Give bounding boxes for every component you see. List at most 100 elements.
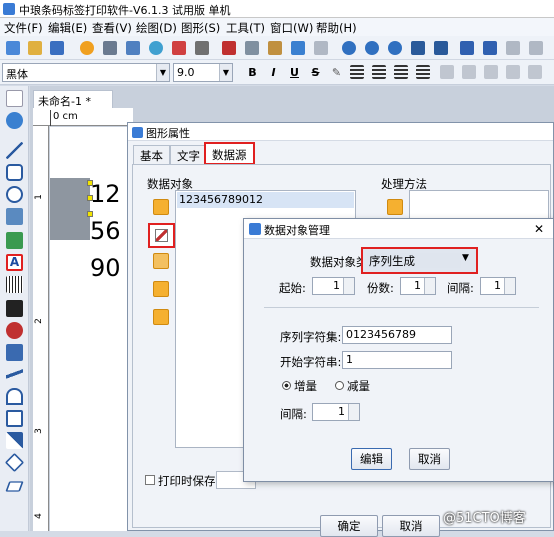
- close-icon[interactable]: ✕: [534, 222, 544, 236]
- font-family-select[interactable]: 黑体 ▼: [2, 63, 170, 82]
- canvas-text-line-3[interactable]: 90: [90, 254, 121, 282]
- undo-icon[interactable]: [291, 41, 305, 55]
- arrange-back-icon[interactable]: [483, 41, 497, 55]
- qrcode-tool-icon[interactable]: [6, 300, 23, 317]
- database-icon[interactable]: [149, 41, 163, 55]
- picture-tool-icon[interactable]: [6, 232, 23, 249]
- add-process-icon[interactable]: [387, 199, 403, 215]
- record-icon[interactable]: [172, 41, 186, 55]
- arc-tool-icon[interactable]: [6, 388, 23, 405]
- edit-button[interactable]: 编辑: [351, 448, 392, 470]
- canvas-text-line-2[interactable]: 56: [90, 217, 121, 245]
- pointer-tool-icon[interactable]: [6, 90, 23, 107]
- open-icon[interactable]: [28, 41, 42, 55]
- zoom-page-icon[interactable]: [434, 41, 448, 55]
- dialog-cancel-button[interactable]: 取消: [409, 448, 450, 470]
- barcode-tool-icon[interactable]: [6, 276, 23, 293]
- increase-radio[interactable]: [282, 381, 291, 390]
- move-down-icon[interactable]: [153, 309, 169, 325]
- interval-spinner[interactable]: 1: [480, 277, 516, 295]
- ungroup-icon[interactable]: [529, 41, 543, 55]
- selection-handle[interactable]: [87, 180, 93, 186]
- copy-icon[interactable]: [245, 41, 259, 55]
- start-spinner[interactable]: 1: [312, 277, 355, 295]
- spinner-arrows-icon[interactable]: [504, 278, 515, 294]
- grid-icon[interactable]: [195, 41, 209, 55]
- line-tool-icon[interactable]: [6, 142, 23, 159]
- group-icon[interactable]: [506, 41, 520, 55]
- same-size-icon[interactable]: [528, 65, 542, 79]
- menu-tools[interactable]: 工具(T): [226, 20, 265, 36]
- align-left-icon[interactable]: [350, 65, 364, 79]
- cancel-button[interactable]: 取消: [382, 515, 440, 537]
- canvas-text-line-1[interactable]: 12: [90, 180, 121, 208]
- triangle-tool-icon[interactable]: [6, 432, 23, 449]
- strikethrough-button[interactable]: S: [308, 65, 323, 80]
- selection-handle[interactable]: [87, 211, 93, 217]
- move-up-icon[interactable]: [153, 281, 169, 297]
- spinner-arrows-icon[interactable]: [343, 278, 354, 294]
- settings-icon[interactable]: [80, 41, 94, 55]
- underline-button[interactable]: U: [287, 65, 302, 80]
- print-save-checkbox[interactable]: [145, 475, 155, 485]
- menu-window[interactable]: 窗口(W): [270, 20, 313, 36]
- tab-text[interactable]: 文字: [170, 145, 207, 164]
- spinner-arrows-icon[interactable]: [424, 278, 435, 294]
- align-center-icon[interactable]: [372, 65, 386, 79]
- menu-help[interactable]: 帮助(H): [316, 20, 357, 36]
- edit-object-button[interactable]: [148, 223, 175, 248]
- arrange-front-icon[interactable]: [460, 41, 474, 55]
- spinner-arrows-icon[interactable]: [348, 404, 359, 420]
- paste-icon[interactable]: [268, 41, 282, 55]
- save-icon[interactable]: [50, 41, 64, 55]
- font-color-button[interactable]: ✎: [329, 65, 344, 80]
- step-spinner[interactable]: 1: [312, 403, 360, 421]
- text-tool-icon[interactable]: A: [6, 254, 23, 271]
- align-justify-icon[interactable]: [416, 65, 430, 79]
- align-middle-icon[interactable]: [484, 65, 498, 79]
- zoom-fit-icon[interactable]: [388, 41, 402, 55]
- menu-view[interactable]: 查看(V): [92, 20, 132, 36]
- add-icon[interactable]: [153, 199, 169, 215]
- image-tool-icon[interactable]: [6, 208, 23, 225]
- preview-icon[interactable]: [126, 41, 140, 55]
- seal-tool-icon[interactable]: [6, 322, 23, 339]
- polyline-tool-icon[interactable]: [6, 410, 23, 427]
- document-tab[interactable]: 未命名-1 *: [33, 90, 113, 108]
- tab-datasource[interactable]: 数据源: [204, 142, 255, 165]
- menu-edit[interactable]: 编辑(E): [48, 20, 87, 36]
- parallelogram-tool-icon[interactable]: [5, 481, 24, 492]
- count-spinner[interactable]: 1: [400, 277, 436, 295]
- new-icon[interactable]: [6, 41, 20, 55]
- menu-file[interactable]: 文件(F): [4, 20, 43, 36]
- tab-basic[interactable]: 基本: [133, 145, 170, 164]
- ok-button[interactable]: 确定: [320, 515, 378, 537]
- start-string-input[interactable]: 1: [342, 351, 452, 369]
- list-item[interactable]: 123456789012: [177, 192, 354, 208]
- ellipse-tool-icon[interactable]: [6, 186, 23, 203]
- selection-handle[interactable]: [87, 195, 93, 201]
- distribute-icon[interactable]: [440, 65, 454, 79]
- redo-icon[interactable]: [314, 41, 328, 55]
- align-top-icon[interactable]: [462, 65, 476, 79]
- table-tool-icon[interactable]: [6, 344, 23, 361]
- zoom-actual-icon[interactable]: [411, 41, 425, 55]
- rotate-tool-icon[interactable]: [6, 112, 23, 129]
- align-right-icon[interactable]: [394, 65, 408, 79]
- menu-draw[interactable]: 绘图(D): [136, 20, 177, 36]
- italic-button[interactable]: I: [266, 65, 281, 80]
- align-bottom-icon[interactable]: [506, 65, 520, 79]
- menu-shape[interactable]: 图形(S): [181, 20, 220, 36]
- font-size-select[interactable]: 9.0 ▼: [173, 63, 233, 82]
- zoom-out-icon[interactable]: [365, 41, 379, 55]
- charset-input[interactable]: 0123456789: [342, 326, 452, 344]
- curve-tool-icon[interactable]: [6, 366, 23, 383]
- bold-button[interactable]: B: [245, 65, 260, 80]
- zoom-in-icon[interactable]: [342, 41, 356, 55]
- diamond-tool-icon[interactable]: [4, 452, 25, 473]
- delete-icon[interactable]: [153, 253, 169, 269]
- decrease-radio[interactable]: [335, 381, 344, 390]
- rounded-rect-tool-icon[interactable]: [6, 164, 23, 181]
- cut-icon[interactable]: [222, 41, 236, 55]
- type-select[interactable]: 序列生成 ▼: [361, 247, 478, 274]
